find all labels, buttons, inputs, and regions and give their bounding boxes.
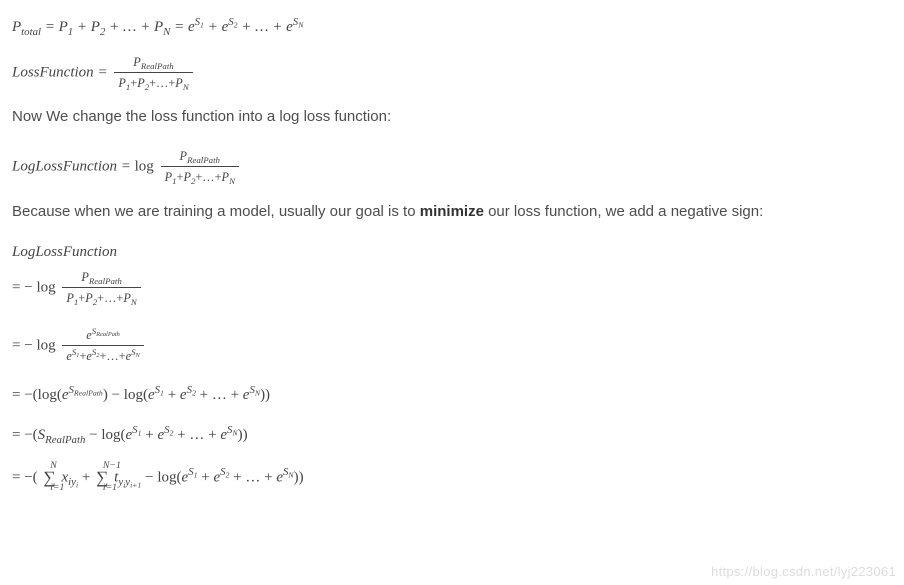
numerator: PRealPath bbox=[114, 53, 192, 73]
log: log bbox=[36, 337, 55, 353]
loglossfn-header: LogLossFunction bbox=[12, 241, 892, 264]
p2: P2 bbox=[91, 19, 106, 35]
log: log bbox=[38, 387, 57, 403]
log: log bbox=[36, 279, 55, 295]
denominator: P1+P2+…+PN bbox=[114, 73, 192, 92]
p1: P1 bbox=[59, 19, 74, 35]
paragraph-log-loss-intro: Now We change the loss function into a l… bbox=[12, 106, 892, 129]
para-bold-minimize: minimize bbox=[420, 203, 484, 220]
equation-step1: = − log PRealPath P1+P2+…+PN bbox=[12, 268, 892, 308]
document-body: Ptotal = P1 + P2 + … + PN = eS1 + eS2 + … bbox=[0, 0, 904, 490]
paragraph-minimize: Because when we are training a model, us… bbox=[12, 201, 892, 224]
numerator: PRealPath bbox=[161, 147, 239, 167]
fraction: PRealPath P1+P2+…+PN bbox=[161, 147, 239, 187]
eSN: eSN bbox=[286, 19, 303, 35]
eS2: eS2 bbox=[222, 19, 238, 35]
equals: = bbox=[97, 64, 111, 80]
log: log bbox=[157, 469, 176, 485]
plus: + bbox=[241, 19, 255, 35]
log: log bbox=[135, 158, 154, 174]
numerator: PRealPath bbox=[62, 268, 140, 288]
para-text: Now We change the loss function into a l… bbox=[12, 108, 391, 125]
minus: − bbox=[24, 279, 36, 295]
equation-lossfn: LossFunction = PRealPath P1+P2+…+PN bbox=[12, 53, 892, 93]
plus: + bbox=[109, 19, 123, 35]
loglossfn-label: LogLossFunction bbox=[12, 158, 117, 174]
watermark-url: https://blog.csdn.net/lyj223061 bbox=[711, 562, 896, 582]
denominator: eS1+eS2+…+eSN bbox=[62, 346, 143, 365]
equation-step2: = − log eSRealPath eS1+eS2+…+eSN bbox=[12, 326, 892, 366]
minus: − bbox=[24, 337, 36, 353]
pN: PN bbox=[154, 19, 170, 35]
denominator: P1+P2+…+PN bbox=[161, 167, 239, 186]
fraction: PRealPath P1+P2+…+PN bbox=[62, 268, 140, 308]
plus: + bbox=[140, 19, 154, 35]
equals: = bbox=[45, 19, 59, 35]
equation-step4: = −(SRealPath − log(eS1 + eS2 + … + eSN)… bbox=[12, 424, 892, 447]
eS1: eS1 bbox=[188, 19, 204, 35]
log: log bbox=[101, 427, 120, 443]
equation-loglossfn: LogLossFunction = log PRealPath P1+P2+…+… bbox=[12, 147, 892, 187]
plus: + bbox=[77, 19, 91, 35]
plus: + bbox=[208, 19, 222, 35]
equation-ptotal: Ptotal = P1 + P2 + … + PN = eS1 + eS2 + … bbox=[12, 16, 892, 39]
dots: … bbox=[123, 19, 140, 35]
log: log bbox=[124, 387, 143, 403]
loglossfn-label: LogLossFunction bbox=[12, 244, 117, 260]
ptotal: Ptotal bbox=[12, 19, 41, 35]
lossfn-label: LossFunction bbox=[12, 64, 94, 80]
plus: + bbox=[272, 19, 286, 35]
para-text: Because when we are training a model, us… bbox=[12, 203, 420, 220]
equation-step3: = −(log(eSRealPath) − log(eS1 + eS2 + … … bbox=[12, 384, 892, 407]
denominator: P1+P2+…+PN bbox=[62, 288, 140, 307]
fraction: PRealPath P1+P2+…+PN bbox=[114, 53, 192, 93]
sum-icon: ∑N−1i=1 bbox=[96, 465, 108, 491]
dots: … bbox=[255, 19, 272, 35]
sum-icon: ∑Ni=1 bbox=[43, 465, 55, 491]
equals: = bbox=[121, 158, 135, 174]
equation-step5: = −( ∑Ni=1 xiyi + ∑N−1i=1 tyiyi+1 − log(… bbox=[12, 465, 892, 491]
numerator: eSRealPath bbox=[62, 326, 143, 346]
equals: = bbox=[174, 19, 188, 35]
para-text: our loss function, we add a negative sig… bbox=[484, 203, 763, 220]
fraction: eSRealPath eS1+eS2+…+eSN bbox=[62, 326, 143, 366]
